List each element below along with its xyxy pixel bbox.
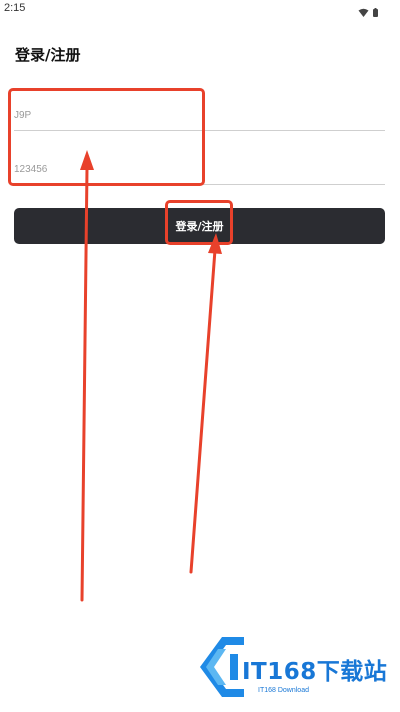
annotation-arrow-right (189, 233, 222, 574)
annotation-arrows (80, 150, 222, 602)
annotation-arrow-left (80, 150, 94, 602)
watermark-text: IT168下载站 (242, 659, 388, 685)
watermark: IT168下载站 IT168 Download (192, 632, 392, 704)
logo-icon (200, 637, 244, 697)
watermark-subtext: IT168 Download (258, 687, 309, 694)
